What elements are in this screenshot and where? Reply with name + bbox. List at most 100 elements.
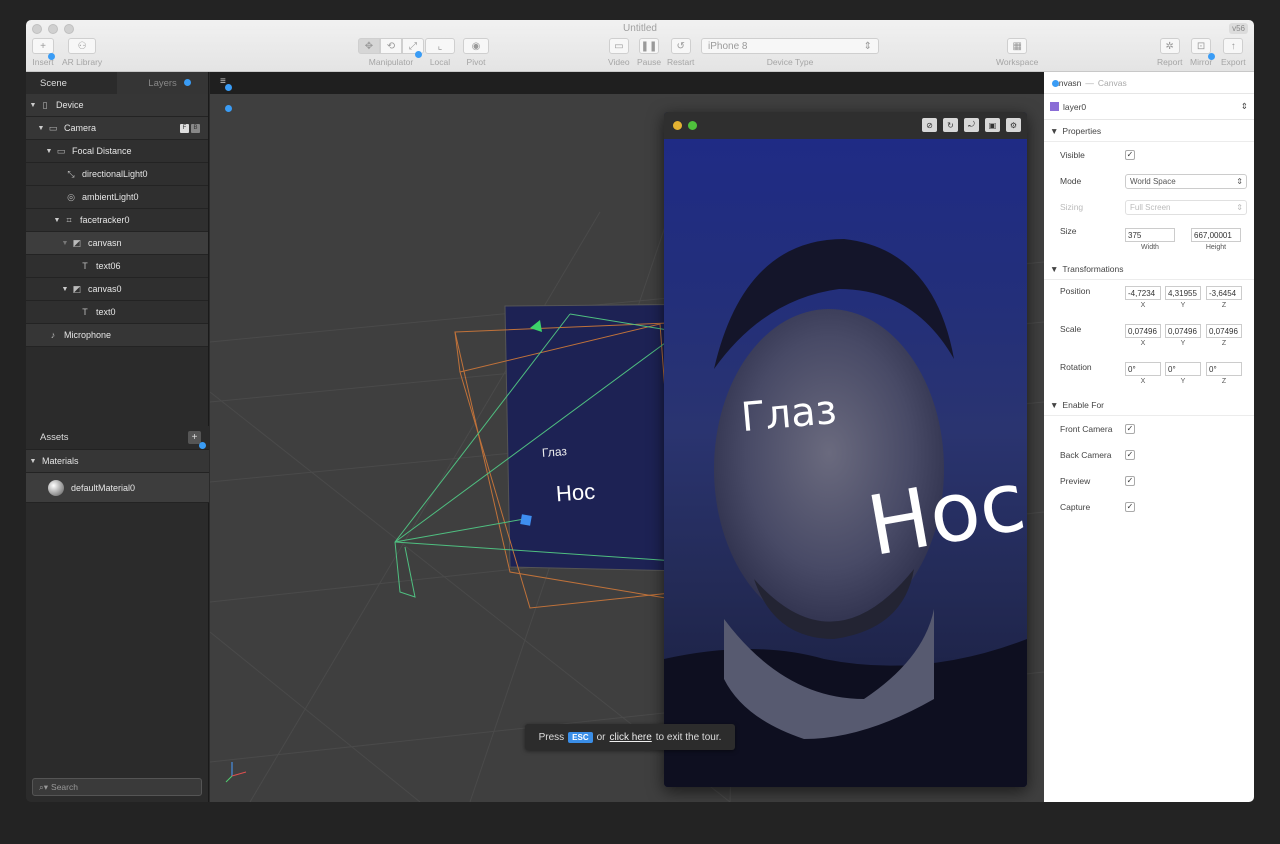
pivot-button[interactable]: ◉ Pivot (463, 38, 489, 67)
tree-item-camera[interactable]: ▼ ▭ Camera F B (26, 117, 208, 140)
device-type-select[interactable]: iPhone 8 ⇕ Device Type (701, 38, 879, 67)
position-y-input[interactable]: 4,31955 (1165, 286, 1201, 300)
material-item-default[interactable]: defaultMaterial0 (26, 473, 209, 503)
layer-select[interactable]: layer0 ⇕ (1044, 94, 1254, 120)
report-button[interactable]: ✲ Report (1157, 38, 1183, 67)
manipulator-control[interactable]: ✥ ⟲ ⤢ Manipulator (358, 38, 424, 67)
mode-select[interactable]: World Space ⇕ (1125, 173, 1247, 189)
video-button[interactable]: ▭ Video (608, 38, 630, 67)
preview-checkbox[interactable]: ✓ (1125, 476, 1135, 486)
pause-button[interactable]: ❚❚ Pause (637, 38, 661, 67)
section-transformations-label: Transformations (1062, 263, 1124, 274)
tree-item-device[interactable]: ▼ ▯ Device (26, 94, 208, 117)
rotation-y-input[interactable]: 0° (1165, 362, 1201, 376)
scale-x-input[interactable]: 0,07496 (1125, 324, 1161, 338)
slash-camera-icon[interactable]: ⊘ (922, 118, 937, 132)
tree-item-text0[interactable]: T text0 (26, 301, 208, 324)
local-button[interactable]: ⌞ Local (425, 38, 455, 67)
app-window: Untitled v56 + Insert ⚇ AR Library ✥ ⟲ ⤢… (26, 20, 1254, 802)
tree-item-text06[interactable]: T text06 (26, 255, 208, 278)
restart-button[interactable]: ↺ Restart (667, 38, 694, 67)
screenshot-icon[interactable]: ▣ (985, 118, 1000, 132)
sizing-label: Sizing (1060, 202, 1084, 212)
width-input[interactable]: 375 (1125, 228, 1175, 242)
tree-item-label: Camera (64, 123, 97, 133)
rotate-icon[interactable]: ⟲ (380, 38, 402, 54)
tab-layers[interactable]: Layers (117, 72, 208, 94)
gizmo-z-handle[interactable] (520, 514, 532, 526)
export-button[interactable]: ↑ Export (1221, 38, 1246, 67)
tree-item-ambient-light[interactable]: ◎ ambientLight0 (26, 186, 208, 209)
tree-item-materials[interactable]: ▼ Materials (26, 450, 209, 473)
search-icon: ⌕▾ (39, 781, 49, 792)
preview-eye-label: Глаз (739, 386, 839, 442)
tree-item-facetracker[interactable]: ▼ ⌗ facetracker0 (26, 209, 208, 232)
text-icon: T (82, 307, 88, 317)
section-transformations[interactable]: ▼ Transformations (1044, 258, 1254, 280)
layer-color-swatch (1050, 102, 1059, 111)
minimize-simulator-button[interactable] (673, 121, 682, 130)
position-z-input[interactable]: -3,6454 (1206, 286, 1242, 300)
tour-hotspot-mirror[interactable] (1208, 53, 1215, 60)
section-properties[interactable]: ▼ Properties (1044, 120, 1254, 142)
disclosure-triangle-icon[interactable]: ▼ (36, 125, 46, 132)
toast-press-text: Press (538, 731, 565, 743)
height-input[interactable]: 667,00001 (1191, 228, 1241, 242)
tab-scene[interactable]: Scene (26, 72, 117, 94)
zoom-simulator-button[interactable] (688, 121, 697, 130)
mode-row: Mode World Space ⇕ (1044, 168, 1254, 194)
tour-hotspot-inspector[interactable] (1052, 80, 1059, 87)
tour-hotspot-insert[interactable] (48, 53, 55, 60)
viewport-eye-label: Глаз (541, 444, 568, 460)
mode-label: Mode (1060, 176, 1082, 186)
mirror-icon: ⊡ (1191, 38, 1212, 54)
axis-z-caption: Z (1221, 302, 1227, 309)
rotation-x-input[interactable]: 0° (1125, 362, 1161, 376)
tree-item-directional-light[interactable]: ⤡ directionalLight0 (26, 163, 208, 186)
tree-item-canvas0[interactable]: ▼ ◩ canvas0 (26, 278, 208, 301)
move-icon[interactable]: ✥ (358, 38, 380, 54)
search-input[interactable]: ⌕▾ Search (32, 778, 202, 796)
settings-gear-icon[interactable]: ⚙ (1006, 118, 1021, 132)
visible-checkbox[interactable]: ✓ (1125, 150, 1135, 160)
tree-item-focal-distance[interactable]: ▼ ▭ Focal Distance (26, 140, 208, 163)
assets-title: Assets (40, 432, 69, 443)
axis-z-caption: Z (1221, 378, 1227, 385)
disclosure-triangle-icon[interactable]: ▼ (60, 240, 70, 247)
disclosure-triangle-icon[interactable]: ▼ (28, 458, 38, 465)
tree-item-canvasn[interactable]: ▼ ◩ canvasn (26, 232, 208, 255)
layer-value: layer0 (1063, 101, 1087, 112)
tour-hotspot-manipulator[interactable] (415, 51, 422, 58)
tree-item-microphone[interactable]: ♪ Microphone (26, 324, 208, 347)
disclosure-triangle-icon[interactable]: ▼ (44, 148, 54, 155)
tour-hotspot-layers[interactable] (184, 79, 191, 86)
exit-tour-link[interactable]: click here (610, 732, 652, 743)
scale-y-input[interactable]: 0,07496 (1165, 324, 1201, 338)
simulator-window[interactable]: ⊘ ↻ ⤾ ▣ ⚙ Глаз Нос (664, 112, 1027, 787)
workspace-button[interactable]: ▦ Workspace (996, 38, 1038, 67)
disclosure-triangle-icon[interactable]: ▼ (52, 217, 62, 224)
back-camera-checkbox[interactable]: ✓ (1125, 450, 1135, 460)
camera-preview[interactable]: Глаз Нос (664, 139, 1027, 787)
video-label: Video (608, 57, 630, 67)
local-label: Local (429, 57, 451, 67)
tree-item-label: text06 (96, 261, 121, 271)
back-camera-badge[interactable]: B (191, 123, 200, 133)
tour-hotspot-assets[interactable] (199, 442, 206, 449)
disclosure-triangle-icon[interactable]: ▼ (28, 102, 38, 109)
section-enable-for[interactable]: ▼ Enable For (1044, 394, 1254, 416)
capture-label: Capture (1060, 502, 1091, 512)
ar-library-button[interactable]: ⚇ AR Library (62, 38, 102, 67)
position-x-input[interactable]: -4,7234 (1125, 286, 1161, 300)
scale-z-input[interactable]: 0,07496 (1206, 324, 1242, 338)
rotation-z-input[interactable]: 0° (1206, 362, 1242, 376)
refresh-icon[interactable]: ↻ (943, 118, 958, 132)
inspector-header: anvasn — Canvas (1044, 72, 1254, 94)
axis-y-caption: Y (1180, 340, 1186, 347)
front-camera-checkbox[interactable]: ✓ (1125, 424, 1135, 434)
capture-checkbox[interactable]: ✓ (1125, 502, 1135, 512)
rotation-label: Rotation (1060, 362, 1092, 372)
rotate-device-icon[interactable]: ⤾ (964, 118, 979, 132)
disclosure-triangle-icon[interactable]: ▼ (60, 286, 70, 293)
front-camera-badge[interactable]: F (180, 123, 189, 133)
